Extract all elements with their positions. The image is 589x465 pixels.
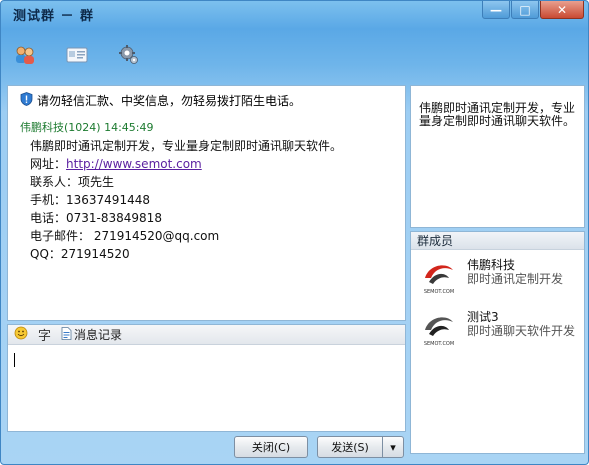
emoji-button[interactable] — [14, 326, 28, 343]
message-line-phone: 电话：0731-83849818 — [30, 211, 162, 225]
member-desc: 即时通讯定制开发 — [467, 272, 564, 286]
send-button[interactable]: 发送(S) — [317, 436, 383, 458]
send-options-chevron-icon[interactable]: ▾ — [382, 436, 404, 458]
message-input-field[interactable] — [14, 353, 15, 367]
website-label: 网址： — [30, 157, 67, 171]
group-notice-pane: 伟鹏即时通讯定制开发，专业量身定制即时通讯聊天软件。 — [410, 85, 585, 228]
message-line-intro: 伟鹏即时通讯定制开发，专业量身定制即时通讯聊天软件。 — [30, 139, 343, 153]
chat-window: 测试群 － 群 — □ ✕ 请勿轻信汇款、中奖信息，勿轻易拨打陌生电话。 伟鹏科… — [0, 0, 589, 465]
message-history-button[interactable]: 消息记录 — [61, 326, 122, 343]
maximize-button[interactable]: □ — [511, 1, 539, 19]
font-button[interactable]: 字 — [38, 325, 51, 344]
system-notice-text: 请勿轻信汇款、中奖信息，勿轻易拨打陌生电话。 — [37, 94, 302, 108]
member-item[interactable]: SEMOT.COM 测试3 即时通聊天软件开发 — [419, 308, 584, 352]
message-sender[interactable]: 伟鹏科技 — [20, 121, 64, 134]
smiley-icon — [14, 326, 28, 343]
minimize-button[interactable]: — — [482, 1, 510, 19]
member-desc: 即时通聊天软件开发 — [467, 324, 576, 338]
message-line-mobile: 手机：13637491448 — [30, 193, 150, 207]
font-icon: 字 — [38, 329, 52, 344]
message-sender-id: (1024) — [64, 121, 101, 134]
system-notice: 请勿轻信汇款、中奖信息，勿轻易拨打陌生电话。 — [20, 92, 301, 109]
message-line-email: 电子邮件： 271914520@qq.com — [30, 229, 220, 243]
member-item[interactable]: SEMOT.COM 伟鹏科技 即时通讯定制开发 — [419, 256, 584, 300]
history-doc-icon — [61, 326, 72, 343]
message-line-contact: 联系人：项先生 — [30, 175, 115, 189]
title-bar[interactable]: 测试群 － 群 — □ ✕ — [1, 1, 588, 27]
message-history-label: 消息记录 — [74, 328, 123, 342]
message-time: 14:45:49 — [104, 121, 154, 134]
shield-icon — [20, 92, 33, 109]
members-header: 群成员 — [411, 232, 584, 250]
message-input-pane: 字 消息记录 — [7, 324, 406, 432]
message-line-qq: QQ：271914520 — [30, 247, 130, 261]
member-logo-icon: SEMOT.COM — [419, 256, 459, 296]
close-button[interactable]: 关闭(C) — [234, 436, 308, 458]
close-window-button[interactable]: ✕ — [540, 1, 584, 19]
member-logo-text: SEMOT.COM — [424, 289, 454, 295]
business-card-icon[interactable] — [63, 41, 91, 69]
group-members-icon[interactable] — [11, 41, 39, 69]
window-controls: — □ ✕ — [481, 1, 584, 19]
settings-gear-icon[interactable] — [115, 41, 143, 69]
window-title: 测试群 － 群 — [13, 9, 95, 24]
member-logo-icon: SEMOT.COM — [419, 308, 459, 348]
message-line-website: 网址：http://www.semot.com — [30, 155, 202, 172]
chat-history-pane[interactable]: 请勿轻信汇款、中奖信息，勿轻易拨打陌生电话。 伟鹏科技(1024) 14:45:… — [7, 85, 406, 321]
group-toolbar — [11, 41, 167, 69]
website-link[interactable]: http://www.semot.com — [66, 157, 202, 171]
group-notice-text: 伟鹏即时通讯定制开发，专业量身定制即时通讯聊天软件。 — [419, 101, 576, 128]
message-header: 伟鹏科技(1024) 14:45:49 — [20, 119, 153, 135]
input-toolbar: 字 消息记录 — [8, 325, 405, 345]
member-logo-text: SEMOT.COM — [424, 341, 454, 347]
group-members-pane: 群成员 SEMOT.COM 伟鹏科技 即时通讯定制开发 SEMOT.COM 测试… — [410, 231, 585, 454]
